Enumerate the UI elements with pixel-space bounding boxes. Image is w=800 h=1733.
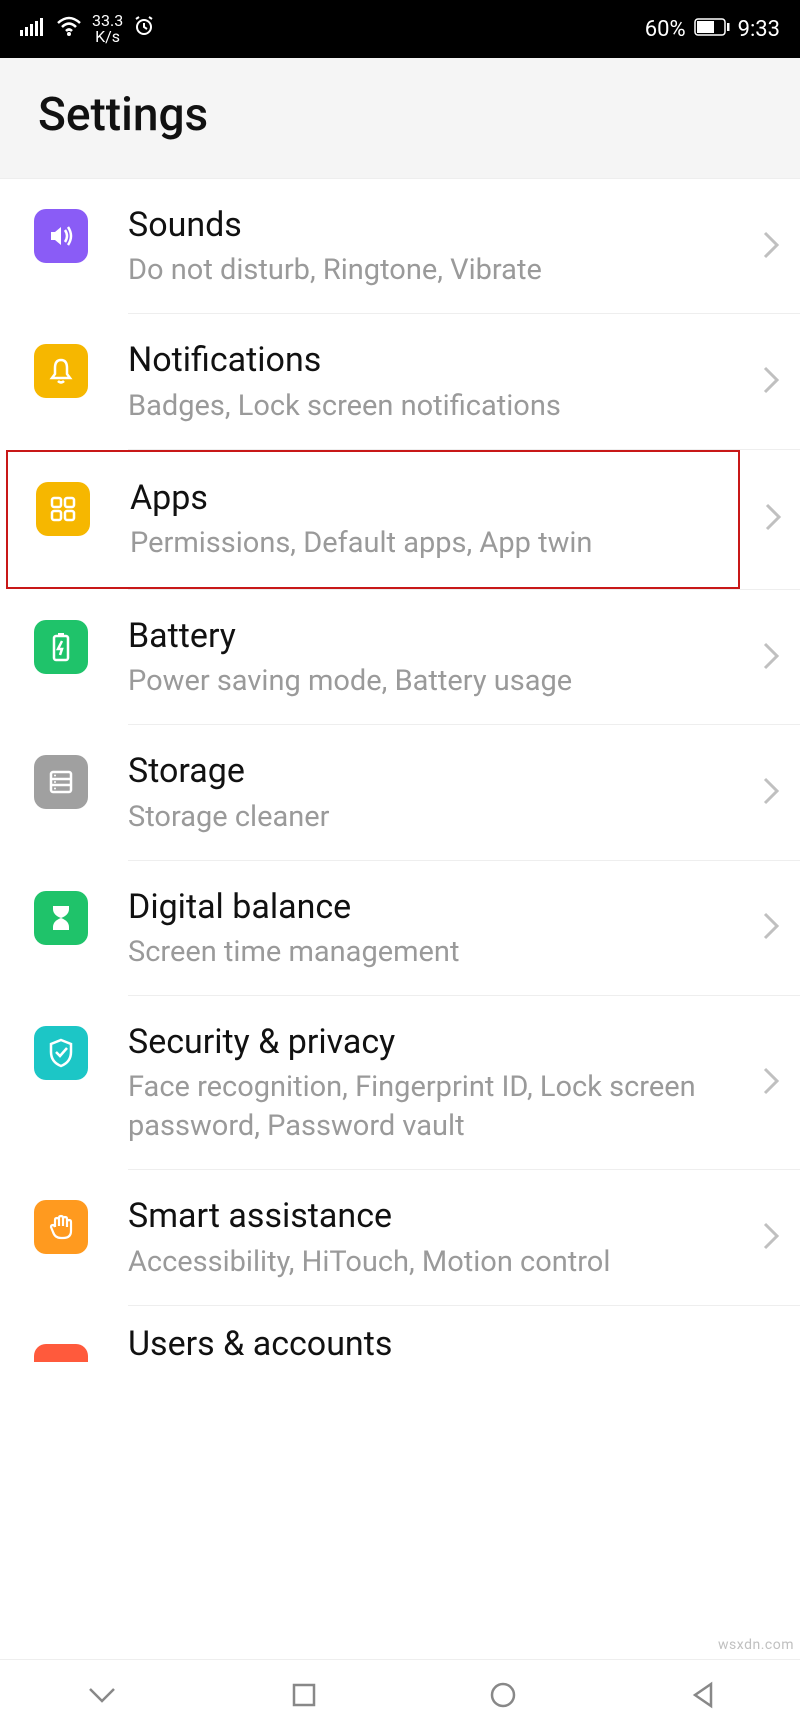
chevron-right-icon xyxy=(762,1066,780,1100)
settings-list: Sounds Do not disturb, Ringtone, Vibrate… xyxy=(0,179,800,1362)
status-time: 9:33 xyxy=(738,17,780,42)
row-title: Security & privacy xyxy=(128,1020,752,1064)
alarm-icon xyxy=(133,15,155,43)
chevron-right-icon xyxy=(764,502,782,536)
shield-icon xyxy=(34,1026,88,1080)
settings-item-notifications[interactable]: Notifications Badges, Lock screen notifi… xyxy=(0,314,800,449)
row-subtitle: Do not disturb, Ringtone, Vibrate xyxy=(128,251,752,290)
storage-icon xyxy=(34,755,88,809)
digital-balance-icon xyxy=(34,891,88,945)
chevron-right-icon xyxy=(762,911,780,945)
row-title: Notifications xyxy=(128,338,752,382)
chevron-right-icon xyxy=(762,776,780,810)
nav-hide-keyboard-icon[interactable] xyxy=(85,1684,119,1710)
nav-recent-button[interactable] xyxy=(290,1681,318,1713)
settings-item-sounds[interactable]: Sounds Do not disturb, Ringtone, Vibrate xyxy=(0,179,800,314)
net-speed: 33.3 K/s xyxy=(92,13,123,45)
apps-icon xyxy=(36,482,90,536)
row-title: Apps xyxy=(130,476,708,520)
navigation-bar xyxy=(0,1659,800,1733)
hand-icon xyxy=(34,1200,88,1254)
row-subtitle: Face recognition, Fingerprint ID, Lock s… xyxy=(128,1068,752,1146)
settings-item-users[interactable]: Users & accounts xyxy=(0,1306,800,1362)
nav-home-button[interactable] xyxy=(488,1680,518,1714)
settings-item-battery[interactable]: Battery Power saving mode, Battery usage xyxy=(0,590,800,725)
settings-item-digital-balance[interactable]: Digital balance Screen time management xyxy=(0,861,800,996)
chevron-right-icon xyxy=(762,230,780,264)
row-title: Smart assistance xyxy=(128,1194,752,1238)
users-icon xyxy=(34,1344,88,1362)
row-title: Storage xyxy=(128,749,752,793)
row-subtitle: Screen time management xyxy=(128,933,752,972)
row-title: Battery xyxy=(128,614,752,658)
settings-item-apps[interactable]: Apps Permissions, Default apps, App twin xyxy=(6,450,740,589)
page-title: Settings xyxy=(38,88,762,142)
settings-header: Settings xyxy=(0,58,800,179)
chevron-right-icon xyxy=(762,1221,780,1255)
row-subtitle: Storage cleaner xyxy=(128,798,752,837)
chevron-right-icon xyxy=(762,365,780,399)
row-subtitle: Badges, Lock screen notifications xyxy=(128,387,752,426)
row-title: Digital balance xyxy=(128,885,752,929)
battery-percent: 60% xyxy=(645,17,686,42)
battery-icon xyxy=(694,17,730,42)
row-subtitle: Accessibility, HiTouch, Motion control xyxy=(128,1243,752,1282)
status-bar: 33.3 K/s 60% 9:33 xyxy=(0,0,800,58)
settings-item-storage[interactable]: Storage Storage cleaner xyxy=(0,725,800,860)
row-title: Sounds xyxy=(128,203,752,247)
row-subtitle: Permissions, Default apps, App twin xyxy=(130,524,708,563)
wifi-icon xyxy=(56,16,82,42)
row-subtitle: Power saving mode, Battery usage xyxy=(128,662,752,701)
battery-icon xyxy=(34,620,88,674)
row-title: Users & accounts xyxy=(128,1322,770,1362)
sounds-icon xyxy=(34,209,88,263)
watermark: wsxdn.com xyxy=(718,1637,794,1653)
nav-back-button[interactable] xyxy=(689,1680,715,1714)
settings-item-security[interactable]: Security & privacy Face recognition, Fin… xyxy=(0,996,800,1170)
settings-item-smart-assistance[interactable]: Smart assistance Accessibility, HiTouch,… xyxy=(0,1170,800,1305)
signal-icon xyxy=(20,16,46,42)
chevron-right-icon xyxy=(762,641,780,675)
notifications-icon xyxy=(34,344,88,398)
